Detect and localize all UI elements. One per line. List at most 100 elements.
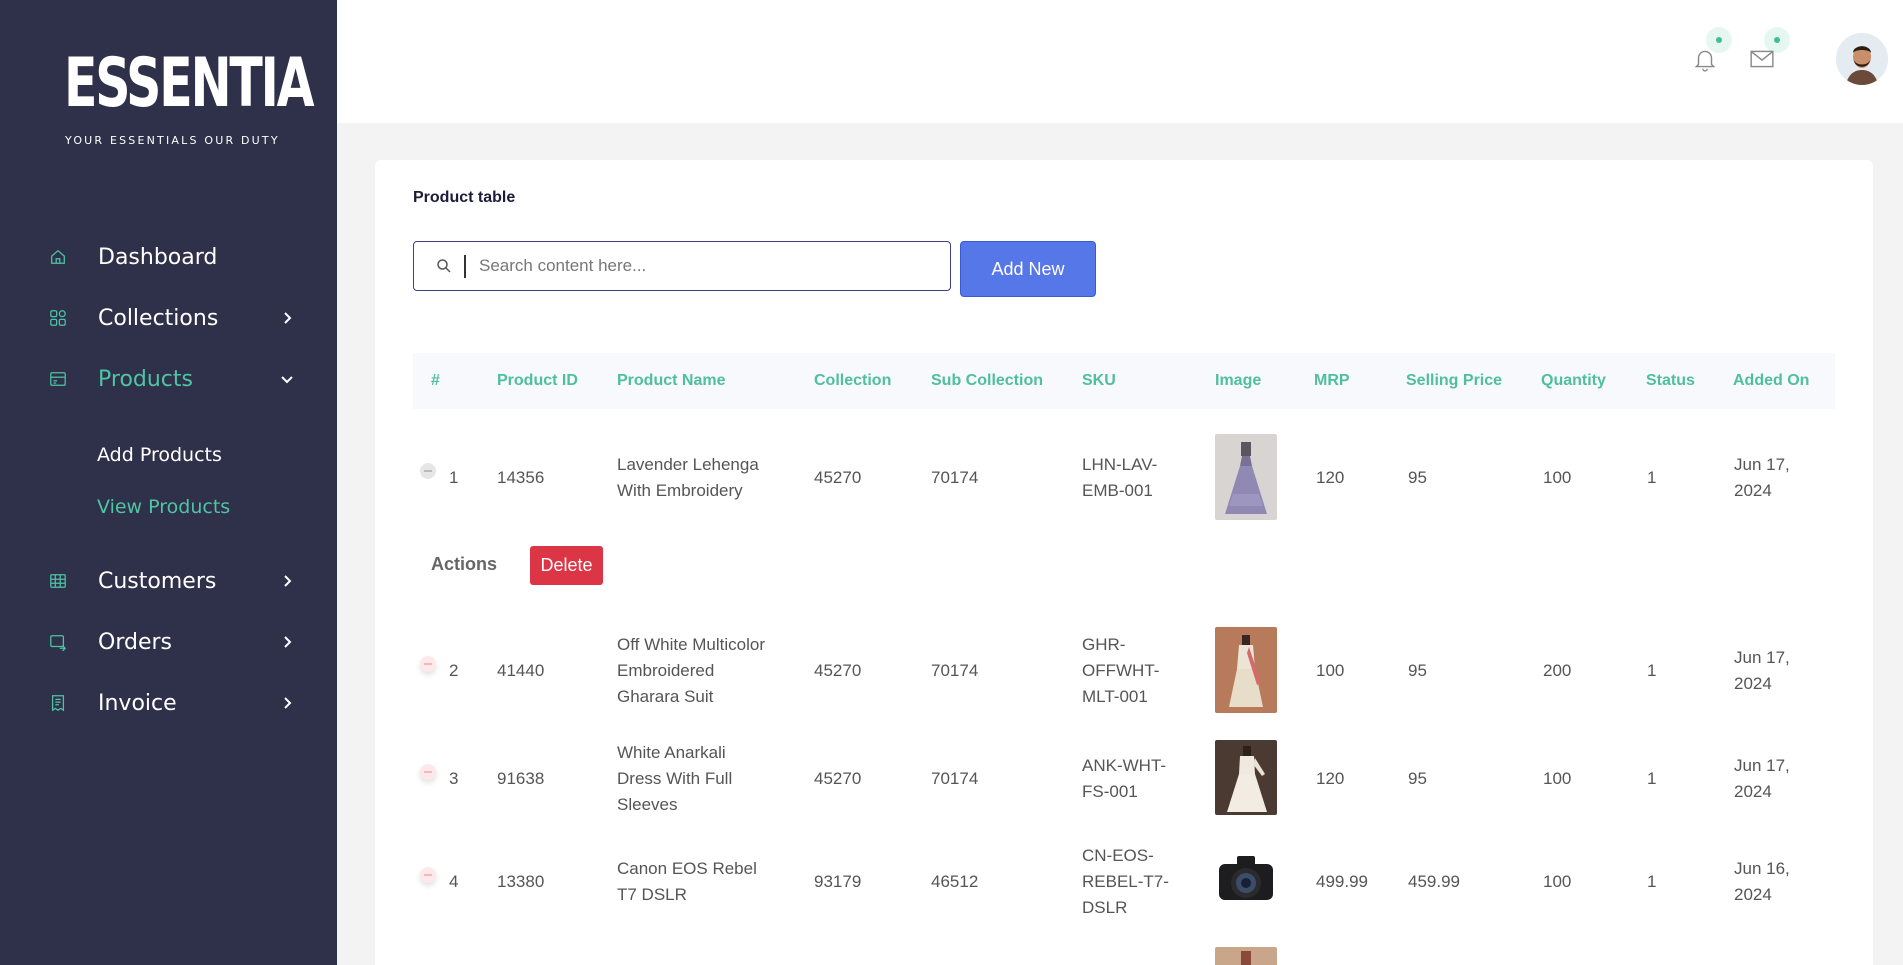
cell-number: 4 <box>449 872 459 891</box>
sidebar-item-label: Collections <box>98 305 219 331</box>
column-header-status[interactable]: Status <box>1646 372 1695 390</box>
sidebar-subitem-add-products[interactable]: Add Products <box>97 444 222 466</box>
cell-product-name: White Anarkali Dress With Full Sleeves <box>617 743 733 814</box>
chevron-right-icon <box>284 312 292 324</box>
column-header-selling-price[interactable]: Selling Price <box>1406 372 1502 390</box>
column-header-product-id[interactable]: Product ID <box>497 372 578 390</box>
cell-selling-price: 95 <box>1408 468 1427 487</box>
cell-sub-collection: 70174 <box>931 769 979 788</box>
cell-sub-collection: 70174 <box>931 661 979 680</box>
mail-icon[interactable] <box>1749 46 1775 72</box>
chevron-right-icon <box>284 575 292 587</box>
card-title: Product table <box>413 189 516 206</box>
cell-collection: 45270 <box>814 468 862 487</box>
column-header-product-name[interactable]: Product Name <box>617 372 725 390</box>
column-header-sub-collection[interactable]: Sub Collection <box>931 372 1043 390</box>
column-header-sku[interactable]: SKU <box>1082 372 1116 390</box>
receipt-icon <box>48 693 68 713</box>
sidebar-item-label: Orders <box>98 629 172 655</box>
top-bar <box>337 0 1903 123</box>
cell-product-id: 14356 <box>497 468 545 487</box>
cell-collection: 45270 <box>814 661 862 680</box>
cell-mrp: 120 <box>1316 769 1345 788</box>
user-avatar[interactable] <box>1836 33 1888 85</box>
cell-number: 1 <box>449 468 459 487</box>
column-header-mrp[interactable]: MRP <box>1314 372 1350 390</box>
row-expand-icon[interactable] <box>420 867 436 883</box>
brand-logo[interactable]: ESSENTIA YOUR ESSENTIALS OUR DUTY <box>64 50 315 155</box>
cell-product-name: Canon EOS Rebel T7 DSLR <box>617 859 757 904</box>
cell-status: 1 <box>1647 468 1657 487</box>
sidebar-item-dashboard[interactable]: Dashboard <box>0 232 337 282</box>
cell-added-on: Jun 17, 2024 <box>1734 455 1790 500</box>
cell-quantity: 200 <box>1543 661 1572 680</box>
home-icon <box>48 247 68 267</box>
cell-collection: 93179 <box>814 872 862 891</box>
cart-icon <box>48 632 68 652</box>
sidebar-subitem-view-products[interactable]: View Products <box>97 496 230 518</box>
product-image-partial[interactable] <box>1215 947 1277 965</box>
table-header: # Product ID Product Name Collection Sub… <box>413 353 1835 409</box>
cell-mrp: 100 <box>1316 661 1345 680</box>
sidebar-item-customers[interactable]: Customers <box>0 556 337 606</box>
column-header-collection[interactable]: Collection <box>814 372 891 390</box>
row-expand-icon[interactable] <box>420 656 436 672</box>
cell-sku: ANK-WHT- FS-001 <box>1082 756 1167 801</box>
cell-selling-price: 95 <box>1408 661 1427 680</box>
product-image-lehenga[interactable] <box>1215 434 1277 520</box>
sidebar-item-orders[interactable]: Orders <box>0 617 337 667</box>
add-new-button[interactable]: Add New <box>960 241 1096 297</box>
sidebar-item-label: Customers <box>98 568 217 594</box>
cell-product-id: 13380 <box>497 872 545 891</box>
search-icon <box>437 259 451 273</box>
logo-tagline: YOUR ESSENTIALS OUR DUTY <box>65 134 280 147</box>
cell-collection: 45270 <box>814 769 862 788</box>
cell-status: 1 <box>1647 661 1657 680</box>
cell-sub-collection: 70174 <box>931 468 979 487</box>
sidebar: ESSENTIA YOUR ESSENTIALS OUR DUTY Dashbo… <box>0 0 337 965</box>
cell-quantity: 100 <box>1543 769 1572 788</box>
cell-product-name: Off White Multicolor Embroidered Gharara S… <box>617 635 766 706</box>
sidebar-item-label: Invoice <box>98 690 177 716</box>
actions-label: Actions <box>431 554 498 574</box>
cell-selling-price: 459.99 <box>1408 872 1460 891</box>
bell-icon[interactable] <box>1692 46 1718 72</box>
cell-product-id: 91638 <box>497 769 545 788</box>
cell-mrp: 499.99 <box>1316 872 1368 891</box>
text-caret <box>464 255 466 278</box>
row-collapse-icon[interactable] <box>420 463 436 479</box>
sidebar-item-products[interactable]: Products <box>0 354 337 404</box>
column-header-number[interactable]: # <box>431 372 440 390</box>
product-image-gharara[interactable] <box>1215 627 1277 713</box>
cell-mrp: 120 <box>1316 468 1345 487</box>
cell-product-name: Lavender Lehenga With Embroidery <box>617 455 759 500</box>
cell-added-on: Jun 17, 2024 <box>1734 756 1790 801</box>
product-table-card: Product table Add New # Product ID Produ… <box>375 160 1873 965</box>
cell-status: 1 <box>1647 769 1657 788</box>
sidebar-item-collections[interactable]: Collections <box>0 293 337 343</box>
sidebar-item-invoice[interactable]: Invoice <box>0 678 337 728</box>
cell-status: 1 <box>1647 872 1657 891</box>
chevron-right-icon <box>284 636 292 648</box>
delete-button[interactable]: Delete <box>530 546 603 585</box>
grid-icon <box>48 308 68 328</box>
search-field[interactable] <box>413 241 951 291</box>
sidebar-item-label: Dashboard <box>98 244 218 270</box>
search-input[interactable] <box>479 252 929 280</box>
row-expand-icon[interactable] <box>420 764 436 780</box>
cell-sku: CN-EOS- REBEL-T7- DSLR <box>1082 846 1169 917</box>
column-header-quantity[interactable]: Quantity <box>1541 372 1606 390</box>
cell-sku: LHN-LAV- EMB-001 <box>1082 455 1158 500</box>
cell-number: 2 <box>449 661 459 680</box>
cell-added-on: Jun 16, 2024 <box>1734 859 1790 904</box>
chevron-down-icon <box>281 376 293 384</box>
sidebar-item-label: Products <box>98 366 193 392</box>
table-icon <box>48 571 68 591</box>
cell-number: 3 <box>449 769 459 788</box>
column-header-added-on[interactable]: Added On <box>1733 372 1809 390</box>
product-image-camera[interactable] <box>1215 850 1277 908</box>
column-header-image[interactable]: Image <box>1215 372 1261 390</box>
cell-selling-price: 95 <box>1408 769 1427 788</box>
product-image-anarkali[interactable] <box>1215 740 1277 815</box>
cell-sub-collection: 46512 <box>931 872 979 891</box>
